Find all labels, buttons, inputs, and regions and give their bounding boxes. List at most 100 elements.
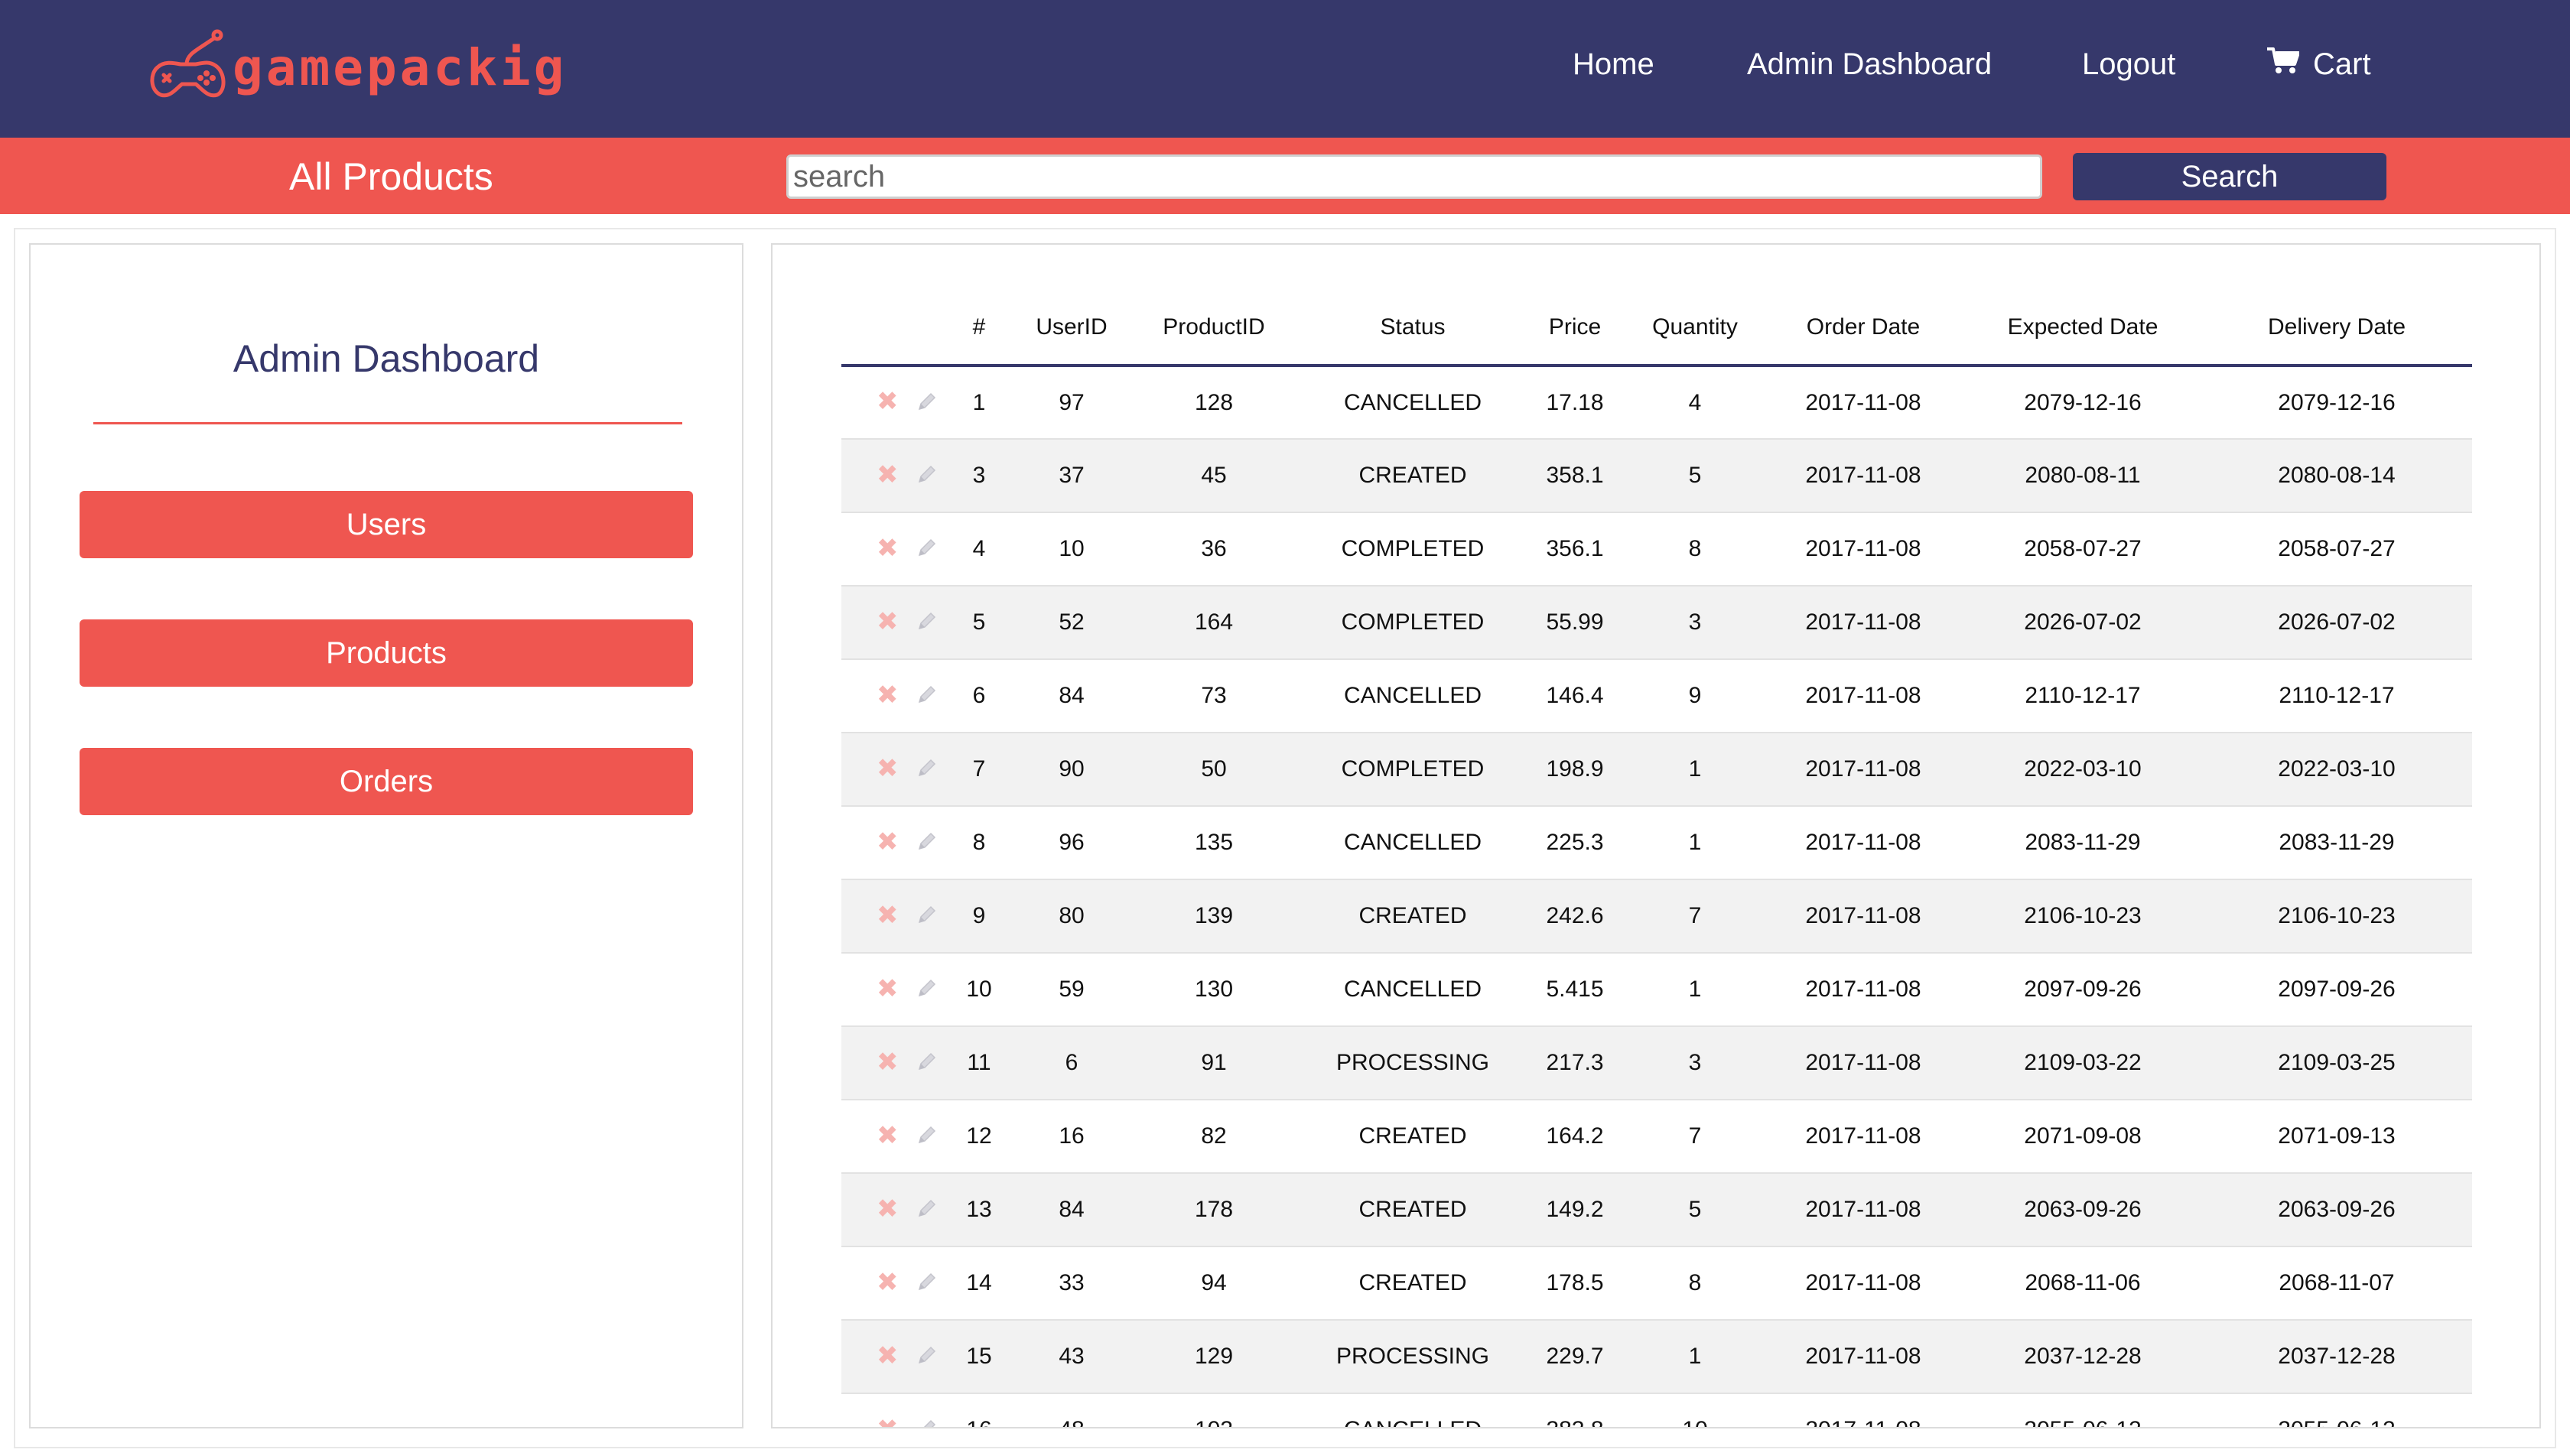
col-delivery-date-header[interactable]: Delivery Date	[2201, 291, 2472, 367]
cell-status: CANCELLED	[1303, 366, 1522, 440]
nav-cart-link[interactable]: Cart	[2267, 34, 2371, 95]
delete-icon[interactable]: ✖	[877, 1267, 899, 1298]
cell-price: 149.2	[1522, 1173, 1628, 1247]
cell-expected-date: 2058-07-27	[1964, 512, 2201, 587]
edit-icon[interactable]	[916, 1417, 939, 1427]
cell-id: 16	[939, 1393, 1019, 1427]
cell-order-date: 2017-11-08	[1762, 879, 1964, 954]
col-order-date-header[interactable]: Order Date	[1762, 291, 1964, 367]
cell-quantity: 1	[1628, 733, 1762, 807]
delete-icon[interactable]: ✖	[877, 386, 899, 417]
col-id-header[interactable]: #	[939, 291, 1019, 367]
delete-icon[interactable]: ✖	[877, 606, 899, 637]
search-button[interactable]: Search	[2073, 153, 2386, 200]
cell-productid: 45	[1124, 439, 1303, 513]
cell-order-date: 2017-11-08	[1762, 1100, 1964, 1174]
cell-price: 146.4	[1522, 659, 1628, 733]
sidebar-title: Admin Dashboard	[233, 337, 540, 380]
delete-icon[interactable]: ✖	[877, 900, 899, 931]
users-button[interactable]: Users	[80, 491, 693, 558]
cell-delivery-date: 2079-12-16	[2201, 366, 2472, 440]
cell-productid: 94	[1124, 1246, 1303, 1321]
cell-id: 8	[939, 806, 1019, 880]
row-actions: ✖	[841, 1026, 939, 1100]
delete-icon[interactable]: ✖	[877, 1120, 899, 1151]
cell-status: COMPLETED	[1303, 586, 1522, 660]
cell-id: 6	[939, 659, 1019, 733]
col-userid-header[interactable]: UserID	[1019, 291, 1124, 367]
table-row: ✖ 15 43 129 PROCESSING 229.7 1 2017-11-08 2037-1…	[841, 1320, 2472, 1394]
edit-icon[interactable]	[916, 1050, 939, 1079]
delete-icon[interactable]: ✖	[877, 827, 899, 857]
cell-expected-date: 2080-08-11	[1964, 439, 2201, 513]
products-button[interactable]: Products	[80, 619, 693, 687]
edit-icon[interactable]	[916, 1123, 939, 1152]
edit-icon[interactable]	[916, 1344, 939, 1373]
cell-expected-date: 2022-03-10	[1964, 733, 2201, 807]
edit-icon[interactable]	[916, 1197, 939, 1226]
cell-price: 358.1	[1522, 439, 1628, 513]
edit-icon[interactable]	[916, 903, 939, 932]
col-price-header[interactable]: Price	[1522, 291, 1628, 367]
nav-admin-dashboard-link[interactable]: Admin Dashboard	[1747, 34, 1992, 95]
table-row: ✖1648103CANCELLED383.8102017-11-082055-0…	[841, 1393, 2472, 1427]
row-actions: ✖	[841, 512, 939, 587]
cell-status: CREATED	[1303, 1100, 1522, 1174]
cell-order-date: 2017-11-08	[1762, 1393, 1964, 1427]
cell-quantity: 5	[1628, 1173, 1762, 1247]
edit-icon[interactable]	[916, 683, 939, 712]
cell-userid: 80	[1019, 879, 1124, 954]
cell-expected-date: 2097-09-26	[1964, 953, 2201, 1027]
cell-userid: 97	[1019, 366, 1124, 440]
row-actions: ✖	[841, 1173, 939, 1247]
col-productid-header[interactable]: ProductID	[1124, 291, 1303, 367]
table-row: ✖ 9 80 139 CREATED 242.6 7 2017-11-08 2106-10-23…	[841, 879, 2472, 954]
cell-status: COMPLETED	[1303, 733, 1522, 807]
cell-quantity: 7	[1628, 1100, 1762, 1174]
delete-icon[interactable]: ✖	[877, 680, 899, 710]
delete-icon[interactable]: ✖	[877, 460, 899, 490]
edit-icon[interactable]	[916, 830, 939, 859]
cell-order-date: 2017-11-08	[1762, 1246, 1964, 1321]
col-status-header[interactable]: Status	[1303, 291, 1522, 367]
edit-icon[interactable]	[916, 463, 939, 492]
edit-icon[interactable]	[916, 977, 939, 1006]
edit-icon[interactable]	[916, 1270, 939, 1299]
cell-delivery-date: 2037-12-28	[2201, 1320, 2472, 1394]
search-input[interactable]	[786, 154, 2042, 199]
col-quantity-header[interactable]: Quantity	[1628, 291, 1762, 367]
brand-name: gamepackig	[233, 37, 568, 97]
cell-id: 7	[939, 733, 1019, 807]
edit-icon[interactable]	[916, 536, 939, 565]
cell-delivery-date: 2071-09-13	[2201, 1100, 2472, 1174]
row-actions: ✖	[841, 439, 939, 513]
cell-id: 4	[939, 512, 1019, 587]
delete-icon[interactable]: ✖	[877, 973, 899, 1004]
cell-order-date: 2017-11-08	[1762, 953, 1964, 1027]
cell-quantity: 1	[1628, 806, 1762, 880]
cell-id: 13	[939, 1173, 1019, 1247]
cell-quantity: 8	[1628, 512, 1762, 587]
nav-logout-link[interactable]: Logout	[2082, 34, 2175, 95]
table-row: ✖ 13 84 178 CREATED 149.2 5 2017-11-08 2063-09-2…	[841, 1173, 2472, 1247]
nav-home-link[interactable]: Home	[1573, 34, 1654, 95]
cell-expected-date: 2110-12-17	[1964, 659, 2201, 733]
row-actions: ✖	[841, 1393, 939, 1427]
edit-icon[interactable]	[916, 756, 939, 785]
delete-icon[interactable]: ✖	[877, 1047, 899, 1077]
delete-icon[interactable]: ✖	[877, 1414, 899, 1427]
cell-price: 178.5	[1522, 1246, 1628, 1321]
edit-icon[interactable]	[916, 609, 939, 639]
col-expected-date-header[interactable]: Expected Date	[1964, 291, 2201, 367]
cell-delivery-date: 2097-09-26	[2201, 953, 2472, 1027]
brand-logo[interactable]: gamepackig	[142, 29, 567, 106]
delete-icon[interactable]: ✖	[877, 753, 899, 784]
cell-userid: 48	[1019, 1393, 1124, 1427]
cell-price: 229.7	[1522, 1320, 1628, 1394]
cell-userid: 33	[1019, 1246, 1124, 1321]
delete-icon[interactable]: ✖	[877, 1194, 899, 1224]
edit-icon[interactable]	[916, 390, 939, 419]
delete-icon[interactable]: ✖	[877, 1341, 899, 1371]
delete-icon[interactable]: ✖	[877, 533, 899, 564]
orders-button[interactable]: Orders	[80, 748, 693, 815]
